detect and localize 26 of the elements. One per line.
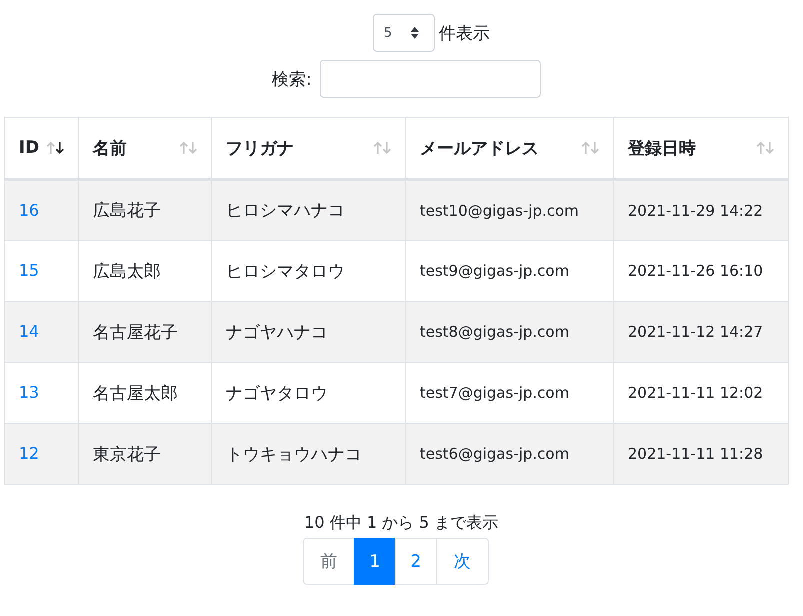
page-button[interactable]: 2 (395, 538, 437, 585)
table-info: 10 件中 1 から 5 まで表示 (304, 513, 499, 534)
table-cell: 広島花子 (78, 180, 212, 240)
table-cell: 2021-11-11 11:28 (614, 424, 788, 484)
id-link[interactable]: 13 (19, 383, 40, 402)
id-link[interactable]: 12 (19, 444, 40, 463)
id-link[interactable]: 14 (19, 322, 40, 341)
page-button[interactable]: 次 (436, 538, 489, 585)
sort-caret-icon (410, 26, 420, 40)
table-cell: 2021-11-12 14:27 (614, 302, 788, 362)
table-cell: ナゴヤハナコ (212, 302, 406, 362)
table-cell: test6@gigas-jp.com (406, 424, 614, 484)
search-label: 検索: (272, 68, 312, 90)
id-link[interactable]: 15 (19, 261, 40, 280)
table-cell: 名古屋花子 (78, 302, 212, 362)
table-cell: test8@gigas-jp.com (406, 302, 614, 362)
table-cell: test10@gigas-jp.com (406, 180, 614, 240)
table-cell: ヒロシマハナコ (212, 180, 406, 240)
page-size-label: 件表示 (438, 22, 490, 44)
page-size-select[interactable]: 5 (372, 14, 435, 52)
table-cell: 東京花子 (78, 424, 212, 484)
search-field[interactable] (320, 60, 541, 98)
table-cell: 2021-11-29 14:22 (614, 180, 788, 240)
page-button[interactable]: 1 (354, 538, 396, 585)
table-cell: トウキョウハナコ (212, 424, 406, 484)
id-link[interactable]: 16 (19, 200, 40, 220)
